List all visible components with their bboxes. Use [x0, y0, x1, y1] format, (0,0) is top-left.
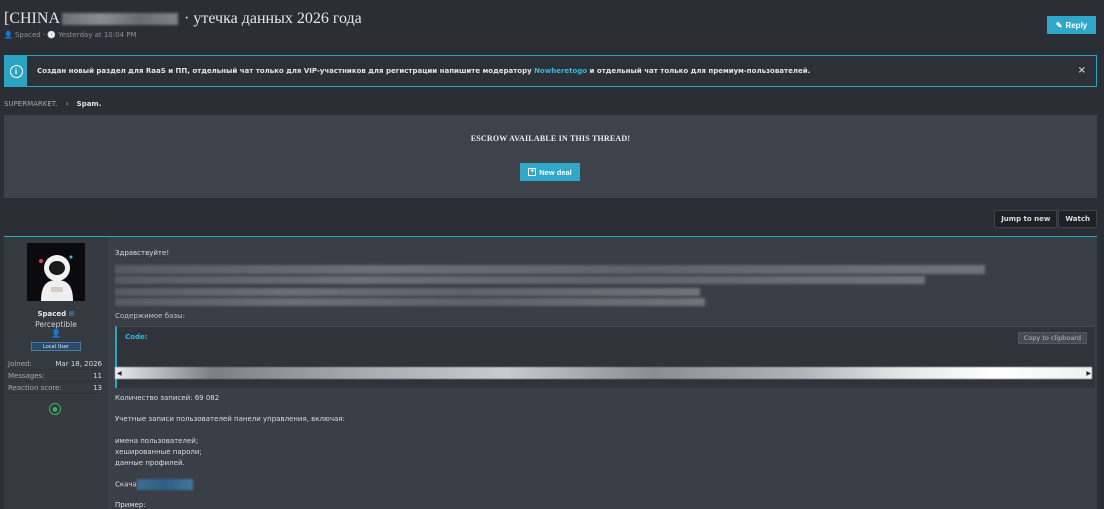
notice-icon-box: i — [5, 56, 27, 86]
info-icon: i — [9, 64, 23, 78]
redacted-title-segment — [62, 13, 178, 26]
breadcrumb-item-spam[interactable]: Spam. — [77, 100, 102, 108]
scroll-left-icon[interactable]: ◀ — [117, 370, 122, 377]
thread-actions: Jump to new Watch — [994, 210, 1097, 228]
user-banner: Local User — [31, 342, 81, 351]
download-text: Скача — [115, 479, 193, 490]
post-content: Здравствуйте! Содержимое базы: Code: Cop… — [112, 237, 1097, 509]
escrow-panel: ESCROW AVAILABLE IN THIS THREAD! + New d… — [4, 115, 1097, 198]
watch-button[interactable]: Watch — [1058, 210, 1097, 228]
redacted-text-line — [115, 276, 925, 284]
verified-badge-icon: ✉ — [68, 310, 75, 318]
thread-author[interactable]: Spaced — [15, 31, 41, 39]
user-stats: Joined: Mar 18, 2026 Messages: 11 Reaction… — [8, 358, 102, 394]
redacted-download-link[interactable] — [136, 479, 193, 490]
stat-joined: Joined: Mar 18, 2026 — [8, 358, 102, 370]
code-label: Code: — [125, 333, 148, 341]
list-item: хешированные пароли; — [115, 448, 202, 456]
close-icon[interactable]: × — [1078, 65, 1086, 76]
breadcrumb: SUPERMARKET. › Spam. — [4, 99, 101, 108]
avatar[interactable] — [27, 243, 85, 301]
plus-icon: + — [528, 168, 537, 176]
edit-icon: ✎ — [1055, 20, 1063, 30]
user-group-icon: 👤 — [51, 329, 61, 338]
breadcrumb-item-supermarket[interactable]: SUPERMARKET. — [4, 100, 57, 108]
thread-header: [CHINA · утечка данных 2026 года 👤 Space… — [4, 8, 1100, 44]
copy-to-clipboard-button[interactable]: Copy to clipboard — [1017, 332, 1087, 344]
records-count-text: Количество записей: 69 082 — [115, 394, 220, 402]
redacted-text-line — [115, 288, 700, 296]
notice-banner: i Создан новый раздел для RaaS и ПП, отд… — [4, 55, 1097, 87]
example-label: Пример: — [115, 501, 146, 509]
greeting-text: Здравствуйте! — [115, 249, 170, 257]
thread-meta: 👤 Spaced · 🕓 Yesterday at 10:04 PM — [4, 31, 137, 39]
list-item: имена пользователей; — [115, 437, 199, 445]
jump-to-new-button[interactable]: Jump to new — [994, 210, 1058, 228]
code-horizontal-scrollbar[interactable] — [115, 367, 1092, 379]
notice-text: Создан новый раздел для RaaS и ПП, отдел… — [37, 67, 811, 75]
reply-button[interactable]: ✎ Reply — [1047, 16, 1096, 34]
stat-messages: Messages: 11 — [8, 370, 102, 382]
moderator-link[interactable]: Nowheretogo — [534, 67, 587, 75]
chevron-right-icon: › — [65, 99, 69, 108]
user-icon: 👤 — [4, 31, 13, 39]
thread-title: [CHINA · утечка данных 2026 года — [4, 10, 362, 27]
user-title: Perceptible — [35, 320, 77, 329]
redacted-text-line — [115, 298, 705, 306]
post-username[interactable]: Spaced ✉ — [4, 310, 108, 318]
new-deal-button[interactable]: + New deal — [520, 163, 580, 181]
file-contents-label: Содержимое базы: — [115, 312, 185, 320]
escrow-title: ESCROW AVAILABLE IN THIS THREAD! — [470, 134, 631, 143]
astronaut-avatar-image — [27, 243, 85, 301]
thread-time[interactable]: Yesterday at 10:04 PM — [58, 31, 136, 39]
post: Spaced ✉ Perceptible 👤 Local User Joined… — [4, 236, 1097, 509]
redacted-text-line — [115, 265, 985, 274]
list-item: данные профилей. — [115, 459, 185, 467]
online-status-icon: ● — [49, 403, 61, 415]
post-user-panel: Spaced ✉ Perceptible 👤 Local User Joined… — [4, 237, 108, 509]
stat-reactions: Reaction score: 13 — [8, 382, 102, 394]
clock-icon: 🕓 — [47, 31, 57, 39]
accounts-text: Учетные записи пользователей панели упра… — [115, 415, 345, 423]
scroll-right-icon[interactable]: ▶ — [1086, 370, 1091, 377]
